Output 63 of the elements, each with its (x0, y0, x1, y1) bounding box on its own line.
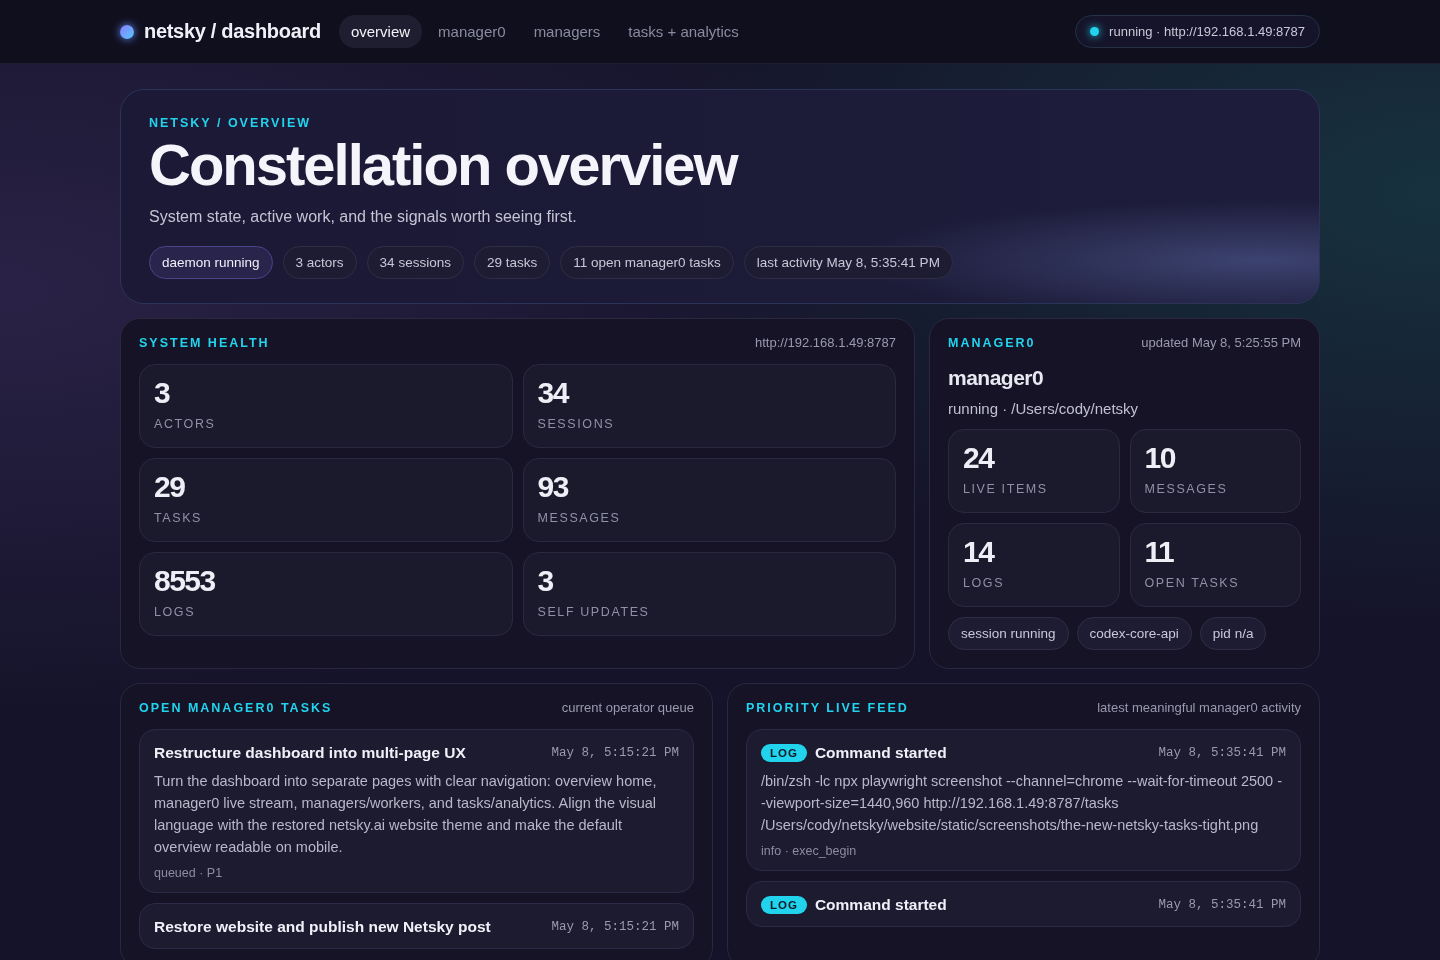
stat-value: 14 (963, 536, 995, 568)
panel-note: http://192.168.1.49:8787 (755, 335, 896, 350)
stat-label: OPEN TASKS (1144, 576, 1241, 590)
task-title: Restore website and publish new Netsky post (154, 918, 491, 936)
status-text: running · http://192.168.1.49:8787 (1109, 24, 1305, 39)
page-title: Constellation overview (149, 136, 739, 194)
log-badge: LOG (761, 744, 807, 762)
page-subtitle: System state, active work, and the signals worth seeing first. (149, 208, 578, 226)
nav-tab[interactable]: tasks + analytics (616, 15, 751, 48)
stat-value: 8553 (154, 565, 216, 597)
feed-title: Command started (814, 744, 947, 762)
task-title: Restructure dashboard into multi-page UX (154, 744, 466, 762)
panel-heading: MANAGER0 (948, 336, 1036, 350)
stat-label: LIVE ITEMS (963, 482, 1049, 496)
stat-value: 11 (1144, 536, 1175, 568)
logo-dot-icon (120, 24, 134, 39)
summary-chip: 3 actors (282, 246, 357, 279)
panel-note: latest meaningful manager0 activity (1097, 700, 1301, 715)
panel-heading: SYSTEM HEALTH (139, 336, 270, 350)
stat-label: TASKS (154, 511, 204, 525)
feed-command: /bin/zsh -lc npx playwright screenshot --channel=chrome --wait-for-timeout 2500 --viewport-size=1440,960 http://192.168.1.49:8787/tasks /Users/cody/netsky/website/static/screenshots/the-new-netsky-tasks-tight.png (761, 772, 1283, 835)
stat-label: SESSIONS (537, 417, 616, 431)
stat-label: SELF UPDATES (537, 605, 651, 619)
summary-chip: last activity May 8, 5:35:41 PM (743, 246, 953, 279)
task-time: May 8, 5:15:21 PM (551, 746, 679, 760)
manager-name: manager0 (948, 366, 1045, 390)
summary-chip: daemon running (149, 246, 273, 279)
stat-value: 29 (154, 471, 186, 503)
task-meta: queued · P1 (154, 866, 224, 880)
stat-label: LOGS (154, 605, 197, 619)
panel-heading: OPEN MANAGER0 TASKS (139, 701, 333, 715)
stat-label: ACTORS (154, 417, 217, 431)
feed-title: Command started (814, 896, 947, 914)
tag-chip: pid n/a (1199, 617, 1267, 650)
stat-value: 3 (154, 377, 171, 409)
stat-value: 93 (537, 471, 570, 503)
stat-label: MESSAGES (1144, 482, 1229, 496)
manager-detail: running · /Users/cody/netsky (948, 400, 1140, 417)
task-description: Turn the dashboard into separate pages with clear navigation: overview home, manager0 live stream, managers/workers, and tasks/analytics. Align the visual language with the restored netsky.ai website theme and make the default overview readable on mobile. (154, 772, 658, 857)
stat-value: 3 (537, 565, 554, 597)
stat-label: MESSAGES (537, 511, 622, 525)
feed-meta: info · exec_begin (761, 844, 858, 858)
nav-tab[interactable]: manager0 (426, 15, 518, 48)
task-time: May 8, 5:15:21 PM (551, 920, 679, 934)
summary-chip: 11 open manager0 tasks (560, 246, 734, 279)
stat-value: 24 (963, 442, 995, 474)
panel-heading: PRIORITY LIVE FEED (746, 701, 909, 715)
summary-chip: 29 tasks (473, 246, 551, 279)
stat-value: 34 (537, 377, 570, 409)
summary-chip: 34 sessions (366, 246, 464, 279)
brand-title: netsky / dashboard (144, 20, 321, 43)
tag-chip: session running (948, 617, 1069, 650)
stat-label: LOGS (963, 576, 1006, 590)
feed-time: May 8, 5:35:41 PM (1158, 898, 1286, 912)
breadcrumb: NETSKY / OVERVIEW (149, 116, 313, 130)
tag-chip: codex-core-api (1076, 617, 1192, 650)
panel-note: current operator queue (561, 700, 694, 715)
stat-value: 10 (1144, 442, 1177, 474)
nav-tab[interactable]: managers (521, 15, 613, 48)
feed-time: May 8, 5:35:41 PM (1158, 746, 1286, 760)
nav-tab[interactable]: overview (338, 15, 423, 48)
panel-note: updated May 8, 5:25:55 PM (1141, 335, 1301, 350)
log-badge: LOG (761, 896, 807, 914)
